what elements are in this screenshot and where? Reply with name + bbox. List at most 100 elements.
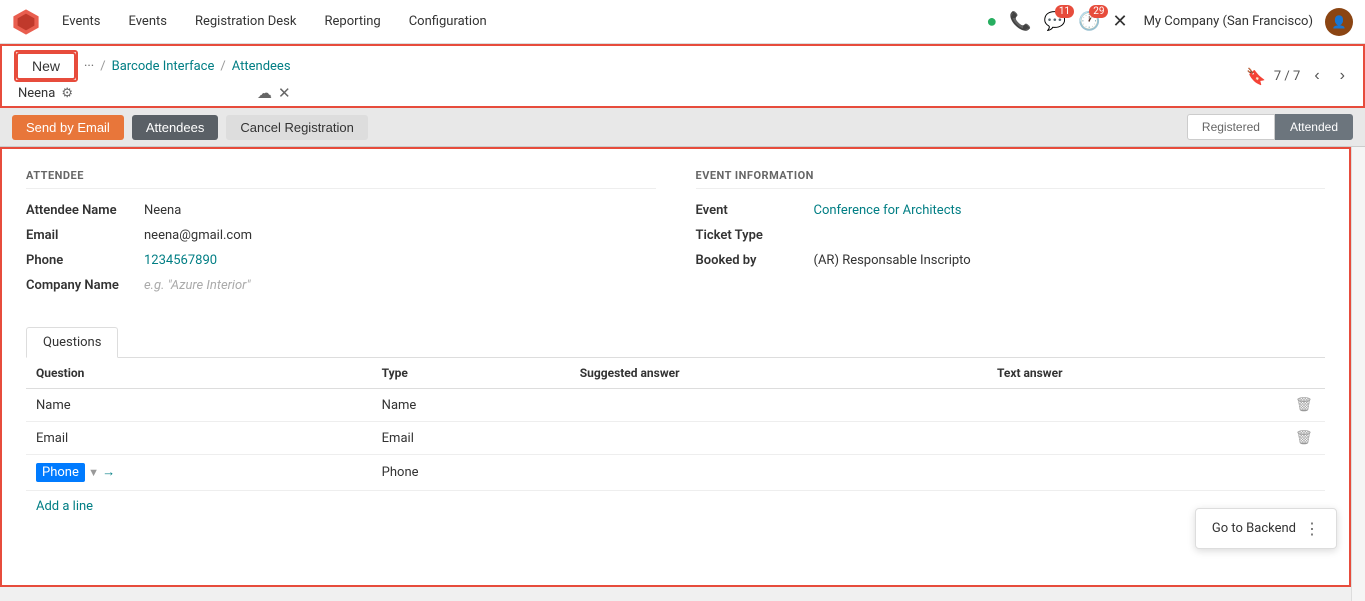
attendee-name-row: Attendee Name Neena (26, 203, 656, 218)
settings-icon[interactable]: ✕ (1112, 11, 1127, 32)
company-name: My Company (San Francisco) (1144, 14, 1313, 29)
status-buttons: Registered Attended (1187, 114, 1353, 140)
new-button[interactable]: New (16, 52, 76, 80)
questions-tab-area: Questions Question Type Suggested answer… (26, 327, 1325, 522)
booked-by-value[interactable]: (AR) Responsable Inscripto (814, 253, 971, 268)
breadcrumb-barcode[interactable]: Barcode Interface (112, 59, 215, 74)
ticket-type-label: Ticket Type (696, 228, 806, 243)
attendees-button[interactable]: Attendees (132, 115, 219, 140)
top-navigation: Events Events Registration Desk Reportin… (0, 0, 1365, 44)
status-registered-button[interactable]: Registered (1187, 114, 1275, 140)
delete-row-1-icon[interactable]: 🗑 (1295, 397, 1313, 413)
action-toolbar: Send by Email Attendees Cancel Registrat… (0, 108, 1365, 147)
text-name (987, 389, 1285, 422)
bookmark-icon[interactable]: 🔖 (1246, 67, 1266, 86)
add-line-button[interactable]: Add a line (26, 491, 103, 522)
attendee-name-label: Attendee Name (26, 203, 136, 218)
messages-icon-wrap[interactable]: 💬 11 (1044, 11, 1066, 32)
suggested-phone (570, 455, 987, 491)
text-email (987, 422, 1285, 455)
more-options-icon[interactable]: ⋮ (1304, 519, 1320, 538)
nav-icons-area: ● 📞 💬 11 🕐 29 ✕ My Company (San Francisc… (986, 8, 1353, 36)
nav-events[interactable]: Events (122, 10, 172, 33)
gear-icon[interactable]: ⚙ (61, 86, 73, 101)
form-sections: ATTENDEE Attendee Name Neena Email neena… (26, 169, 1325, 303)
nav-events-app[interactable]: Events (56, 10, 106, 33)
attendee-name-value[interactable]: Neena (144, 203, 181, 218)
nav-reporting[interactable]: Reporting (318, 10, 386, 33)
breadcrumb-sep1: / (100, 59, 105, 74)
table-header-row: Question Type Suggested answer Text answ… (26, 358, 1325, 389)
nav-registration-desk[interactable]: Registration Desk (189, 10, 303, 33)
arrow-right-icon[interactable]: → (102, 465, 115, 480)
table-row[interactable]: Name Name 🗑 (26, 389, 1325, 422)
phone-icon-wrap[interactable]: 📞 (1009, 11, 1031, 32)
email-label: Email (26, 228, 136, 243)
booked-by-label: Booked by (696, 253, 806, 268)
event-label: Event (696, 203, 806, 218)
main-form: ATTENDEE Attendee Name Neena Email neena… (0, 147, 1351, 587)
tab-questions[interactable]: Questions (26, 327, 118, 358)
phone-label: Phone (26, 253, 136, 268)
activity-icon-wrap[interactable]: 🕐 29 (1078, 11, 1100, 32)
messages-badge: 11 (1055, 5, 1074, 18)
col-type: Type (372, 358, 570, 389)
avatar[interactable]: 👤 (1325, 8, 1353, 36)
ticket-type-row: Ticket Type (696, 228, 1326, 243)
event-section: EVENT INFORMATION Event Conference for A… (696, 169, 1326, 303)
toolbar-right: 🔖 7 / 7 ‹ › (1246, 65, 1351, 87)
selected-question-cell[interactable]: Phone (36, 463, 85, 482)
col-text: Text answer (987, 358, 1285, 389)
attendee-section-title: ATTENDEE (26, 169, 656, 189)
table-row[interactable]: Phone ▼ → Phone (26, 455, 1325, 491)
event-value[interactable]: Conference for Architects (814, 203, 962, 218)
suggested-email (570, 422, 987, 455)
breadcrumb-dots[interactable]: ··· (84, 59, 94, 74)
cancel-registration-button[interactable]: Cancel Registration (226, 115, 367, 140)
company-name-label: Company Name (26, 278, 136, 293)
delete-row-2-icon[interactable]: 🗑 (1295, 430, 1313, 446)
event-section-title: EVENT INFORMATION (696, 169, 1326, 189)
odoo-logo[interactable] (12, 8, 40, 36)
booked-by-row: Booked by (AR) Responsable Inscripto (696, 253, 1326, 268)
company-name-row: Company Name e.g. "Azure Interior" (26, 278, 656, 293)
record-name-label: Neena (18, 86, 55, 101)
col-suggested: Suggested answer (570, 358, 987, 389)
breadcrumb-toolbar: New ··· / Barcode Interface / Attendees … (0, 44, 1365, 108)
go-to-backend-popup[interactable]: Go to Backend ⋮ (1195, 508, 1337, 549)
phone-row: Phone 1234567890 (26, 253, 656, 268)
question-email[interactable]: Email (26, 422, 372, 455)
phone-value[interactable]: 1234567890 (144, 253, 217, 268)
event-row: Event Conference for Architects (696, 203, 1326, 218)
breadcrumb-attendees[interactable]: Attendees (232, 59, 291, 74)
status-attended-button[interactable]: Attended (1275, 114, 1353, 140)
discard-icon[interactable]: ✕ (278, 84, 291, 102)
attendee-section: ATTENDEE Attendee Name Neena Email neena… (26, 169, 656, 303)
upload-icon[interactable]: ☁ (257, 84, 272, 102)
activity-badge: 29 (1089, 5, 1108, 18)
email-row: Email neena@gmail.com (26, 228, 656, 243)
nav-configuration[interactable]: Configuration (403, 10, 493, 33)
question-name[interactable]: Name (26, 389, 372, 422)
table-row[interactable]: Email Email 🗑 (26, 422, 1325, 455)
next-record-button[interactable]: › (1334, 65, 1351, 87)
type-email: Email (372, 422, 570, 455)
email-value[interactable]: neena@gmail.com (144, 228, 252, 243)
text-phone (987, 455, 1285, 491)
prev-record-button[interactable]: ‹ (1308, 65, 1325, 87)
send-by-email-button[interactable]: Send by Email (12, 115, 124, 140)
col-question: Question (26, 358, 372, 389)
scrollbar[interactable] (1351, 147, 1365, 601)
phone-icon: 📞 (1009, 11, 1031, 32)
breadcrumb-sep2: / (220, 59, 225, 74)
question-phone[interactable]: Phone ▼ → (26, 455, 372, 491)
company-name-value[interactable]: e.g. "Azure Interior" (144, 278, 251, 293)
go-backend-label[interactable]: Go to Backend (1212, 521, 1296, 536)
tab-bar: Questions (26, 327, 1325, 358)
questions-table: Question Type Suggested answer Text answ… (26, 358, 1325, 491)
type-phone: Phone (372, 455, 570, 491)
pagination-info: 7 / 7 (1274, 69, 1300, 84)
dropdown-icon[interactable]: ▼ (88, 466, 99, 479)
type-name: Name (372, 389, 570, 422)
online-status-icon: ● (986, 11, 997, 32)
